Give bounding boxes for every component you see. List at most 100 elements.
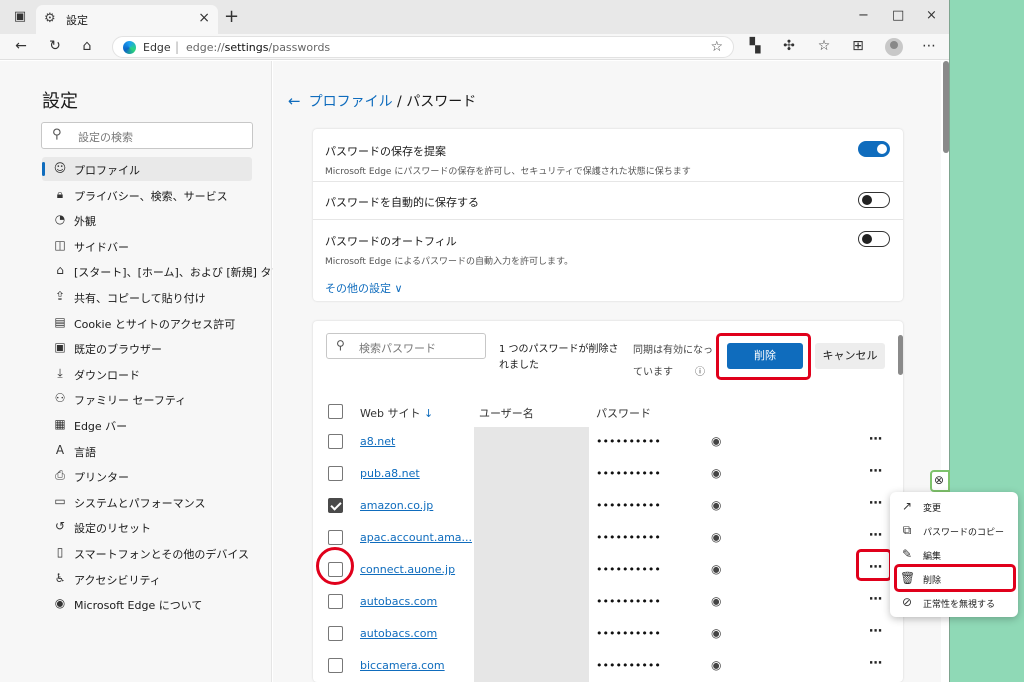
more-actions-button[interactable]: ⋯ [869, 624, 882, 639]
extensions-icon[interactable]: ✣ [780, 38, 798, 54]
site-link[interactable]: autobacs.com [360, 627, 437, 640]
list-scrollbar[interactable] [898, 335, 903, 375]
show-password-eye-icon[interactable]: ◉ [711, 594, 721, 608]
password-mask: •••••••••• [596, 563, 661, 576]
sidebar-item[interactable]: ♿︎ アクセシビリティ [42, 567, 252, 591]
tab-actions-icon[interactable]: ▣ [12, 9, 28, 25]
sidebar-item-label: ダウンロード [74, 368, 140, 382]
password-mask: •••••••••• [596, 531, 661, 544]
more-settings-link[interactable]: その他の設定 ∨ [325, 280, 403, 296]
sync-message-line: 同期は有効になっ [633, 345, 713, 356]
row-checkbox[interactable] [328, 658, 343, 673]
edge-logo-icon: ◉ [54, 596, 66, 611]
tab-close-icon[interactable]: × [198, 10, 210, 26]
more-actions-button[interactable]: ⋯ [869, 656, 882, 671]
show-password-eye-icon[interactable]: ◉ [711, 562, 721, 576]
page-title: パスワード [406, 94, 477, 110]
more-actions-button[interactable]: ⋯ [869, 592, 882, 607]
show-password-eye-icon[interactable]: ◉ [711, 466, 721, 480]
column-site[interactable]: Web サイト ↓ [360, 405, 433, 421]
breadcrumb-parent-link[interactable]: プロファイル [309, 94, 393, 110]
site-link[interactable]: biccamera.com [360, 659, 445, 672]
sidebar-item[interactable]: ◉ Microsoft Edge について [42, 592, 252, 616]
settings-search-input[interactable]: ⚲ 設定の検索 [41, 122, 253, 149]
show-password-eye-icon[interactable]: ◉ [711, 626, 721, 640]
sidebar-item[interactable]: 🔒︎ プライバシー、検索、サービス [42, 183, 252, 207]
download-icon: ⤓ [57, 365, 63, 380]
context-menu-item[interactable]: ⧉ パスワードのコピー [890, 520, 1018, 542]
show-password-eye-icon[interactable]: ◉ [711, 658, 721, 672]
browser-window: ▣ ⚙ 設定 × + − □ × ← ↻ ⌂ Edge | edge://set… [0, 0, 950, 682]
sidebar-item[interactable]: ▤ Cookie とサイトのアクセス許可 [42, 311, 252, 335]
sidebar-item-label: ファミリー セーフティ [74, 394, 187, 408]
more-actions-button[interactable]: ⋯ [869, 432, 882, 447]
page-scrollbar[interactable] [943, 61, 949, 153]
show-password-eye-icon[interactable]: ◉ [711, 498, 721, 512]
sidebar-item[interactable]: ⤓ ダウンロード [42, 362, 252, 386]
favorite-star-icon[interactable]: ☆ [710, 39, 723, 55]
back-icon[interactable]: ← [12, 38, 30, 54]
site-link[interactable]: apac.account.ama... [360, 531, 472, 544]
sidebar-item[interactable]: ⚇ ファミリー セーフティ [42, 387, 252, 411]
sidebar-item[interactable]: ▦ Edge バー [42, 413, 252, 437]
site-link[interactable]: pub.a8.net [360, 467, 420, 480]
collections-icon[interactable]: ▚ [746, 38, 764, 54]
site-link[interactable]: amazon.co.jp [360, 499, 433, 512]
column-site-label: Web サイト [360, 407, 421, 420]
more-actions-button[interactable]: ⋯ [869, 528, 882, 543]
new-tab-button[interactable]: + [224, 6, 239, 27]
sidebar-item[interactable]: ◫ サイドバー [42, 234, 252, 258]
share-icon: ⇪ [54, 289, 66, 303]
search-icon: ⚲ [336, 338, 345, 352]
context-menu-item[interactable]: ↗ 変更 [890, 496, 1018, 518]
more-actions-button[interactable]: ⋯ [869, 496, 882, 511]
row-checkbox[interactable] [328, 466, 343, 481]
sidebar-item[interactable]: ⌂ [スタート]、[ホーム]、および [新規] タブ [42, 259, 282, 283]
password-mask: •••••••••• [596, 435, 661, 448]
offer-save-toggle[interactable] [858, 141, 890, 157]
show-password-eye-icon[interactable]: ◉ [711, 530, 721, 544]
row-checkbox[interactable] [328, 434, 343, 449]
site-link[interactable]: a8.net [360, 435, 395, 448]
sidebar-item[interactable]: A 言語 [42, 439, 252, 463]
sidebar-item-label: 言語 [74, 445, 96, 459]
sidebar-item[interactable]: ▣ 既定のブラウザー [42, 336, 252, 360]
refresh-icon[interactable]: ↻ [46, 38, 64, 54]
more-actions-button[interactable]: ⋯ [869, 464, 882, 479]
context-menu-item[interactable]: ✎ 編集 [890, 544, 1018, 566]
row-checkbox[interactable] [328, 626, 343, 641]
row-checkbox[interactable] [328, 530, 343, 545]
close-window-button[interactable]: × [926, 8, 937, 23]
sidebar-item[interactable]: ↺ 設定のリセット [42, 515, 252, 539]
context-menu-item[interactable]: ⊘ 正常性を無視する [890, 592, 1018, 614]
sidebar-item[interactable]: ☺ プロファイル [42, 157, 252, 181]
row-checkbox[interactable] [328, 594, 343, 609]
sidebar-item[interactable]: ▯ スマートフォンとその他のデバイス [42, 541, 252, 565]
sidebar-item[interactable]: ⇪ 共有、コピーして貼り付け [42, 285, 252, 309]
auto-save-toggle[interactable] [858, 192, 890, 208]
minimize-button[interactable]: − [858, 8, 869, 23]
sidebar-item[interactable]: ⎙ プリンター [42, 464, 252, 488]
password-mask: •••••••••• [596, 627, 661, 640]
address-bar[interactable]: Edge | edge://settings/passwords ☆ [112, 36, 734, 58]
back-arrow-icon[interactable]: ← [288, 92, 301, 110]
maximize-button[interactable]: □ [892, 8, 904, 23]
sidebar-close-tab[interactable] [930, 470, 950, 492]
home-icon[interactable]: ⌂ [78, 38, 96, 54]
cancel-button[interactable]: キャンセル [815, 343, 885, 369]
tab-settings[interactable]: ⚙ 設定 × [36, 5, 218, 34]
autofill-toggle[interactable] [858, 231, 890, 247]
more-menu-icon[interactable]: ⋯ [920, 38, 938, 54]
collections-add-icon[interactable]: ⊞ [849, 38, 867, 54]
row-checkbox[interactable] [328, 498, 343, 513]
password-search-input[interactable]: ⚲ 検索パスワード [326, 333, 486, 359]
info-icon[interactable]: ⓘ [695, 367, 705, 378]
site-link[interactable]: connect.auone.jp [360, 563, 455, 576]
favorites-icon[interactable]: ☆ [815, 38, 833, 54]
sidebar-item[interactable]: ◔ 外観 [42, 208, 252, 232]
select-all-checkbox[interactable] [328, 404, 343, 419]
show-password-eye-icon[interactable]: ◉ [711, 434, 721, 448]
avatar[interactable] [885, 38, 903, 56]
sidebar-item[interactable]: ▭ システムとパフォーマンス [42, 490, 252, 514]
site-link[interactable]: autobacs.com [360, 595, 437, 608]
